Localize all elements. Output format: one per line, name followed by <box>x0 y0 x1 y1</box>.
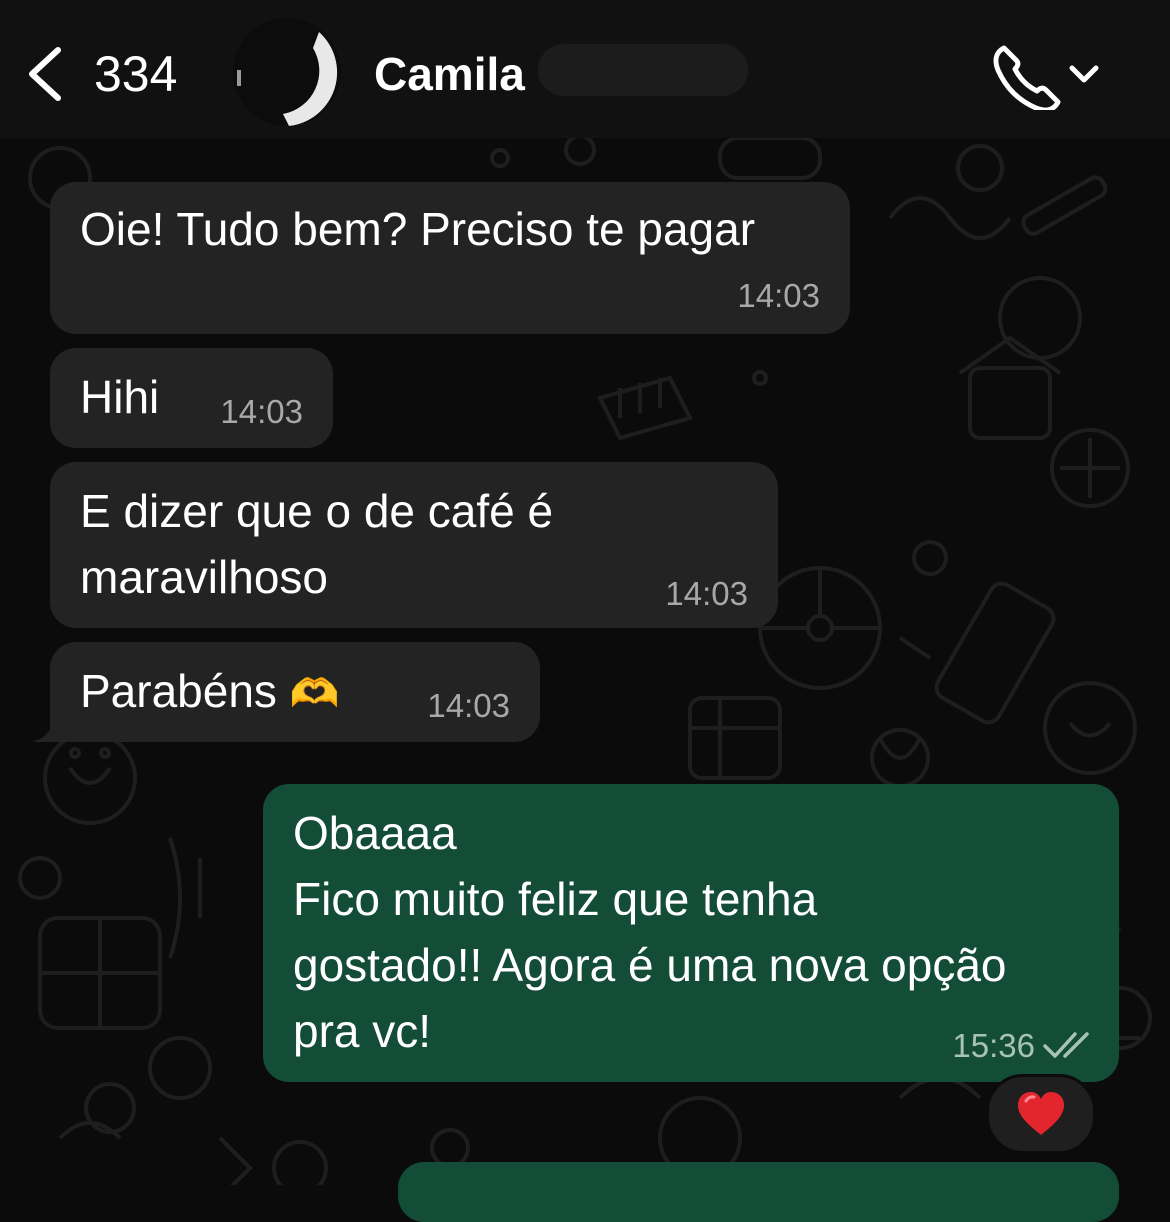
message-text: Oie! Tudo bem? Preciso te pagar <box>80 203 756 255</box>
contact-name[interactable]: Camila <box>374 44 525 104</box>
message-time: 14:03 <box>427 687 510 724</box>
call-button[interactable] <box>990 40 1110 113</box>
unread-count[interactable]: 334 <box>94 44 177 104</box>
message-time: 14:03 <box>220 393 303 430</box>
chevron-down-icon[interactable] <box>1069 65 1099 83</box>
double-check-icon <box>1043 1032 1089 1058</box>
reaction-badge[interactable] <box>986 1074 1096 1154</box>
phone-icon <box>993 45 1061 113</box>
message-time: 14:03 <box>737 277 820 314</box>
message-text: Parabéns 🫶 <box>80 665 340 717</box>
message-time: 15:36 <box>952 1027 1035 1064</box>
red-heart-icon <box>1018 1092 1064 1135</box>
incoming-message[interactable]: Oie! Tudo bem? Preciso te pagar 14:03 <box>50 182 850 334</box>
heart-hands-emoji: 🫶 <box>289 672 340 716</box>
message-text: E dizer que o de café é maravilhoso <box>80 485 554 603</box>
message-time: 14:03 <box>665 575 748 612</box>
message-text: Hihi <box>80 371 160 423</box>
chevron-left-icon[interactable] <box>22 44 66 104</box>
outgoing-message-partial[interactable] <box>398 1162 1119 1222</box>
incoming-message[interactable]: Parabéns 🫶 14:03 <box>50 642 540 742</box>
avatar[interactable] <box>233 18 341 126</box>
incoming-message[interactable]: E dizer que o de café é maravilhoso 14:0… <box>50 462 778 628</box>
chat-header: 334 Camila <box>0 0 1170 138</box>
incoming-message[interactable]: Hihi 14:03 <box>50 348 333 448</box>
redacted-surname <box>538 44 748 96</box>
message-text: Obaaaa Fico muito feliz que tenha gostad… <box>293 807 1007 1057</box>
outgoing-message[interactable]: Obaaaa Fico muito feliz que tenha gostad… <box>263 784 1119 1082</box>
